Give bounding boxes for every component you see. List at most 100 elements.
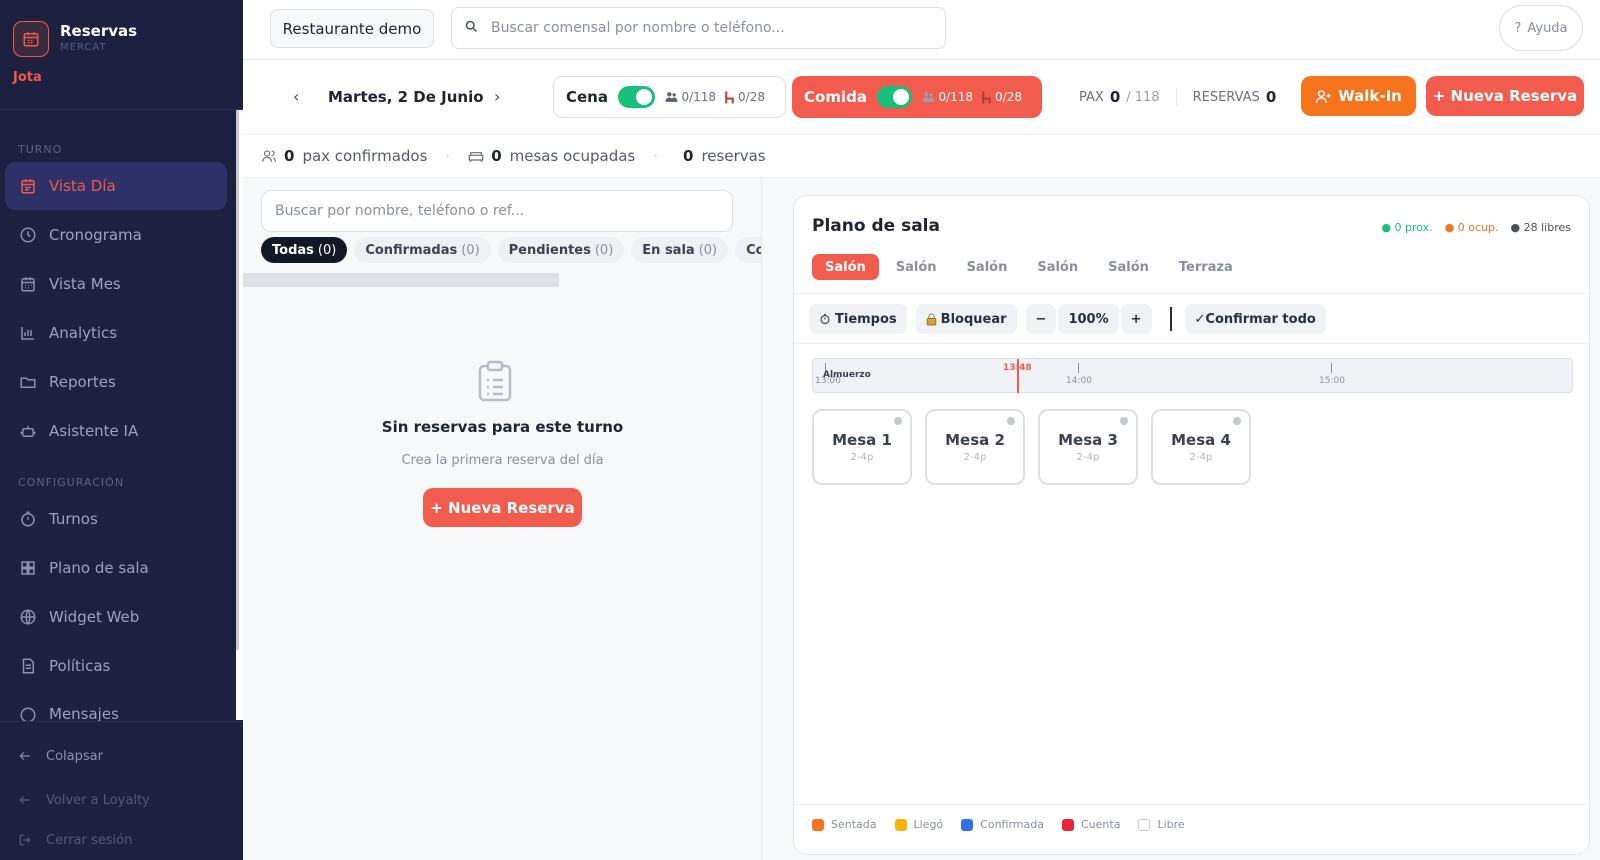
- legend-label: Confirmada: [980, 818, 1044, 831]
- timeline-label-1400: 14:00: [1066, 376, 1092, 386]
- logout-link[interactable]: Cerrar sesión: [18, 832, 132, 848]
- brand[interactable]: Reservas MERCAT: [13, 21, 233, 61]
- chip-label: En sala: [642, 242, 695, 258]
- tab-terraza[interactable]: Terraza: [1166, 254, 1246, 280]
- sidebar-item-mensajes[interactable]: Mensajes: [5, 691, 227, 721]
- legend-swatch: [812, 818, 824, 831]
- zoom-in-button[interactable]: +: [1120, 304, 1152, 334]
- tab-salon-1[interactable]: Salón: [812, 254, 879, 280]
- table-mesa-3[interactable]: Mesa 3 2-4p: [1038, 409, 1138, 485]
- summary-tables: 0 mesas ocupadas: [468, 147, 635, 165]
- tab-salon-2[interactable]: Salón: [883, 254, 950, 280]
- legend-label: Cuenta: [1081, 818, 1121, 831]
- walk-in-button[interactable]: Walk-In: [1301, 76, 1416, 116]
- guest-search-input[interactable]: [491, 20, 931, 36]
- table-mesa-2[interactable]: Mesa 2 2-4p: [925, 409, 1025, 485]
- summary-tables-value: 0: [491, 147, 502, 165]
- collapse-label: Colapsar: [46, 748, 103, 764]
- sidebar-item-label: Vista Mes: [49, 275, 121, 293]
- shift-toggle[interactable]: [876, 86, 913, 108]
- legend-label: Llegó: [913, 818, 944, 831]
- sidebar-scrollbar-thumb[interactable]: [236, 110, 239, 650]
- collapse-button[interactable]: Colapsar: [18, 748, 103, 764]
- table-status-dot: [894, 417, 902, 425]
- sidebar-item-vista-mes[interactable]: Vista Mes: [5, 260, 227, 308]
- table-capacity: 2-4p: [963, 452, 987, 463]
- help-button[interactable]: ? Ayuda: [1499, 5, 1583, 51]
- globe-icon: [18, 607, 38, 627]
- brand-title: Reservas: [60, 22, 138, 40]
- restaurant-selector[interactable]: Restaurante demo: [270, 9, 434, 48]
- tab-salon-4[interactable]: Salón: [1024, 254, 1091, 280]
- prev-day-button[interactable]: ‹: [293, 87, 299, 106]
- empty-new-reservation-button[interactable]: + Nueva Reserva: [423, 488, 582, 527]
- shift-cena[interactable]: Cena 0/118 0/28: [553, 76, 786, 118]
- current-date: Martes, 2 De Junio: [328, 88, 484, 106]
- filter-chip-todas[interactable]: Todas (0): [261, 237, 348, 263]
- summary-pax: 0 pax confirmados: [261, 147, 427, 165]
- sidebar-item-cronograma[interactable]: Cronograma: [5, 211, 227, 259]
- summary-bar: 0 pax confirmados · 0 mesas ocupadas · 0…: [243, 135, 1600, 178]
- legend-swatch: [894, 818, 907, 831]
- stopwatch-icon: [819, 313, 831, 325]
- arrow-left-icon: [18, 792, 34, 808]
- sidebar-item-asistente-ia[interactable]: Asistente IA: [5, 407, 227, 455]
- reservation-search: [261, 190, 733, 232]
- tiempos-button[interactable]: Tiempos: [809, 304, 907, 334]
- sidebar-item-reportes[interactable]: Reportes: [5, 358, 227, 406]
- help-label: Ayuda: [1527, 20, 1568, 36]
- walk-in-label: Walk-In: [1338, 87, 1402, 105]
- filter-chip-completadas[interactable]: Completadas: [735, 237, 761, 263]
- question-icon: ?: [1514, 20, 1522, 36]
- room-tabs: Salón Salón Salón Salón Salón Terraza: [812, 254, 1250, 280]
- shift-pax-value: 0/118: [938, 90, 974, 104]
- timeline-tick: [1331, 363, 1332, 373]
- sidebar-item-turnos[interactable]: Turnos: [5, 495, 227, 543]
- logout-icon: [18, 832, 34, 848]
- sidebar-item-label: Asistente IA: [49, 422, 139, 440]
- table-name: Mesa 1: [832, 431, 892, 449]
- table-mesa-4[interactable]: Mesa 4 2-4p: [1151, 409, 1251, 485]
- filter-chip-pendientes[interactable]: Pendientes (0): [497, 237, 625, 263]
- zoom-out-button[interactable]: −: [1025, 304, 1057, 334]
- sidebar-item-plano-de-sala[interactable]: Plano de sala: [5, 544, 227, 592]
- filter-chip-en-sala[interactable]: En sala (0): [631, 237, 729, 263]
- floor-plan-title: Plano de sala: [812, 216, 940, 236]
- shift-toggle[interactable]: [617, 86, 656, 108]
- sidebar-item-politicas[interactable]: Políticas: [5, 642, 227, 690]
- chip-label: Pendientes: [508, 242, 591, 258]
- reservation-search-input[interactable]: [275, 203, 715, 219]
- new-reservation-button[interactable]: + Nueva Reserva: [1426, 76, 1584, 116]
- sidebar-item-label: Reportes: [49, 373, 116, 391]
- search-icon: [464, 19, 479, 38]
- filter-chip-confirmadas[interactable]: Confirmadas (0): [354, 237, 491, 263]
- grid-icon: [18, 558, 38, 578]
- next-day-button[interactable]: ›: [494, 87, 500, 106]
- tab-salon-5[interactable]: Salón: [1095, 254, 1162, 280]
- back-to-loyalty-link[interactable]: Volver a Loyalty: [18, 792, 150, 808]
- timeline-label-1500: 15:00: [1319, 376, 1345, 386]
- sidebar-item-widget-web[interactable]: Widget Web: [5, 593, 227, 641]
- floor-divider: [794, 804, 1589, 805]
- people-outline-icon: [261, 149, 277, 163]
- chips-scrollbar[interactable]: [243, 273, 559, 287]
- summary-tables-label: mesas ocupadas: [509, 147, 636, 165]
- shift-tables-value: 0/28: [995, 90, 1022, 104]
- bloquear-button[interactable]: Bloquear: [915, 304, 1017, 334]
- sidebar-item-analytics[interactable]: Analytics: [5, 309, 227, 357]
- table-mesa-1[interactable]: Mesa 1 2-4p: [812, 409, 912, 485]
- confirm-all-button[interactable]: ✓Confirmar todo: [1184, 304, 1326, 334]
- chip-label: Completadas: [746, 242, 761, 258]
- chip-count: (0): [317, 242, 337, 258]
- sidebar-item-vista-dia[interactable]: Vista Día: [5, 162, 227, 210]
- message-icon: [18, 705, 38, 721]
- tab-salon-3[interactable]: Salón: [954, 254, 1021, 280]
- chip-label: Confirmadas: [365, 242, 458, 258]
- brand-subtitle: MERCAT: [60, 42, 107, 53]
- shift-timeline[interactable]: 13:00 Almuerzo 13:48 14:00 15:00: [812, 358, 1573, 393]
- tiempos-label: Tiempos: [835, 311, 897, 327]
- shift-tables: 0/28: [724, 90, 765, 104]
- sofa-icon: [468, 149, 484, 163]
- sidebar-item-label: Políticas: [49, 657, 111, 675]
- shift-comida[interactable]: Comida 0/118 0/28: [792, 76, 1042, 118]
